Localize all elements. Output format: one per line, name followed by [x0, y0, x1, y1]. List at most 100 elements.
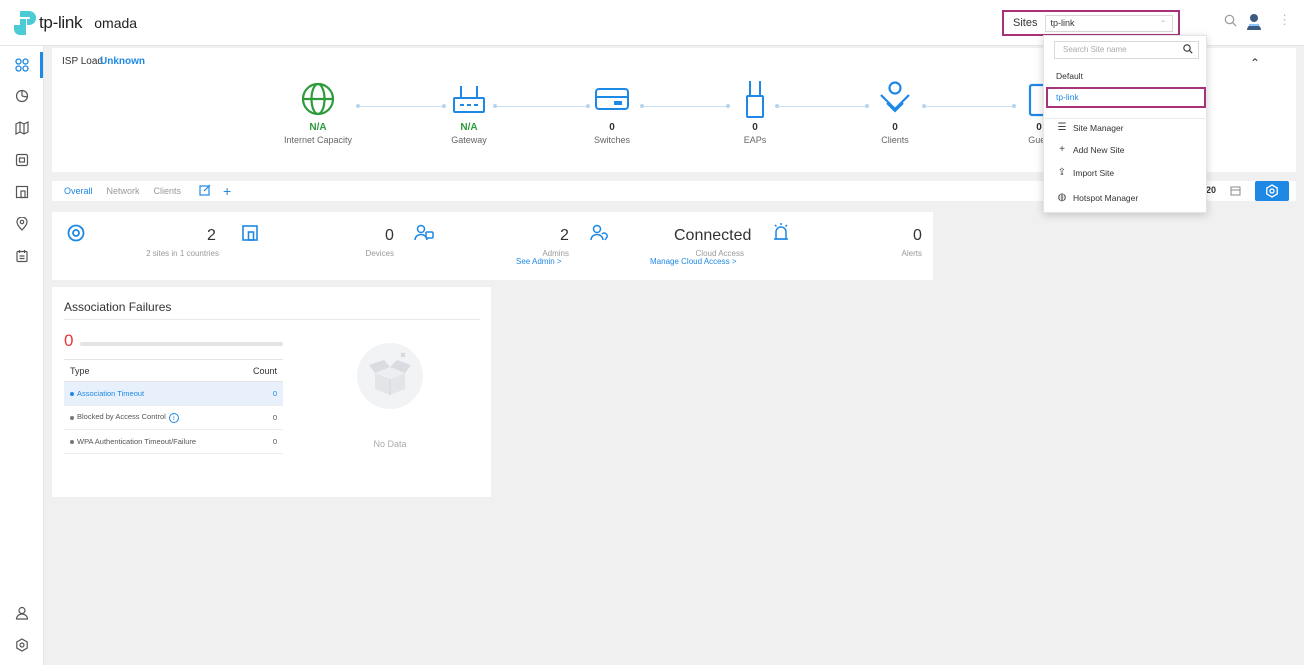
manage-cloud-access-link[interactable]: Manage Cloud Access > — [650, 257, 737, 266]
brand-name: tp-link — [39, 13, 83, 32]
client-icon — [845, 80, 945, 118]
edit-icon[interactable] — [199, 184, 211, 199]
site-icon — [242, 225, 258, 244]
switches-label: Switches — [593, 135, 630, 145]
tab-clients[interactable]: Clients — [154, 186, 182, 196]
dashboard-icon[interactable] — [12, 55, 32, 75]
calendar-icon[interactable] — [1230, 185, 1241, 199]
add-new-site-item[interactable]: + Add New Site — [1056, 144, 1124, 155]
time-range-value[interactable]: 20 — [1206, 185, 1216, 195]
settings-icon[interactable] — [12, 635, 32, 655]
log-icon[interactable] — [12, 246, 32, 266]
more-options-icon[interactable]: ⋮ — [1278, 12, 1291, 28]
failure-type: Association Timeout — [64, 381, 238, 406]
clients-label: Clients — [881, 135, 909, 145]
site-select[interactable]: tp-link ⌃ — [1045, 14, 1174, 32]
alerts-count: 0 — [913, 227, 922, 244]
location-icon — [67, 224, 85, 245]
user-avatar-icon[interactable] — [1246, 13, 1262, 31]
site-option-default[interactable]: Default — [1056, 71, 1083, 81]
failure-type-label: Association Timeout — [77, 389, 145, 398]
logo[interactable]: tp-link omada — [14, 10, 137, 36]
alerts-label: Alerts — [901, 249, 922, 258]
globe-icon — [268, 80, 368, 118]
topology-eaps[interactable]: 0 EAPs — [705, 80, 805, 145]
selected-site: tp-link — [1050, 17, 1075, 28]
failure-progress-bar — [80, 342, 283, 346]
count-column-header: Count — [237, 359, 283, 382]
sidebar — [0, 46, 44, 665]
site-manager-item[interactable]: ☰ Site Manager — [1056, 122, 1124, 133]
sites-subtext: 2 sites in 1 countries — [146, 249, 219, 258]
internet-capacity-value: N/A — [309, 122, 327, 133]
table-row[interactable]: Association Timeout 0 — [64, 381, 283, 406]
admin-icon — [589, 224, 609, 245]
devices-icon[interactable] — [12, 150, 32, 170]
statistics-icon[interactable] — [12, 86, 32, 106]
failure-count: 0 — [237, 381, 283, 406]
search-icon[interactable] — [1183, 44, 1193, 60]
search-icon[interactable] — [1224, 14, 1237, 30]
eaps-label: EAPs — [743, 135, 767, 145]
tab-network[interactable]: Network — [107, 186, 140, 196]
list-icon: ☰ — [1057, 122, 1067, 133]
sites-count: 2 — [207, 227, 216, 244]
failure-total: 0 — [64, 331, 74, 350]
alert-icon — [772, 222, 790, 245]
tp-link-logo-icon — [14, 10, 36, 36]
switch-icon — [562, 80, 662, 118]
topology-internet[interactable]: N/A Internet Capacity — [268, 80, 368, 145]
isp-load-status: Unknown — [100, 56, 145, 67]
bullet-icon — [70, 415, 74, 420]
failure-type-label: Blocked by Access Control — [77, 412, 166, 422]
import-site-item[interactable]: ⇪ Import Site — [1056, 167, 1114, 178]
site-search-input[interactable]: Search Site name — [1054, 41, 1199, 59]
product-name: omada — [94, 15, 138, 31]
chevron-up-icon: ⌃ — [1159, 18, 1167, 28]
site-dropdown-menu: Search Site name Default tp-link ☰ Site M… — [1043, 35, 1208, 213]
hotspot-icon: ◍ — [1057, 192, 1067, 203]
devices-label: Devices — [365, 249, 394, 258]
type-column-header: Type — [64, 359, 238, 382]
sites-label: Sites — [1013, 17, 1038, 29]
site-search-placeholder: Search Site name — [1063, 45, 1127, 54]
dashboard-settings-button[interactable] — [1255, 181, 1289, 201]
table-header: Type Count — [64, 359, 283, 382]
map-icon[interactable] — [12, 118, 32, 138]
cloud-status: Connected — [674, 227, 752, 244]
switches-value: 0 — [609, 122, 615, 133]
add-tab-icon[interactable]: + — [223, 184, 231, 198]
access-point-icon — [705, 80, 805, 118]
topology-clients[interactable]: 0 Clients — [845, 80, 945, 145]
import-site-label: Import Site — [1073, 167, 1115, 178]
location-icon[interactable] — [12, 214, 32, 234]
table-row[interactable]: WPA Authentication Timeout/Failure 0 — [64, 429, 283, 454]
failure-table: Type Count Association Timeout 0 Blocked… — [64, 359, 283, 454]
association-failures-card: Association Failures 0 Type Count Associ… — [52, 287, 491, 497]
devices-icon — [414, 224, 434, 245]
site-option-tp-link[interactable]: tp-link — [1046, 87, 1206, 108]
collapse-icon[interactable]: ⌃ — [1250, 56, 1260, 70]
tab-overall[interactable]: Overall — [64, 186, 93, 196]
clients-value: 0 — [892, 122, 898, 133]
see-admin-link[interactable]: See Admin > — [516, 257, 562, 266]
table-row[interactable]: Blocked by Access Control i 0 — [64, 405, 283, 430]
topology-gateway[interactable]: N/A Gateway — [419, 80, 519, 145]
info-icon[interactable]: i — [168, 412, 179, 423]
admins-count: 2 — [560, 227, 569, 244]
site-manager-label: Site Manager — [1073, 122, 1124, 133]
upload-icon: ⇪ — [1057, 167, 1067, 178]
failure-count: 0 — [237, 405, 283, 430]
bullet-icon — [70, 392, 74, 397]
topology-switches[interactable]: 0 Switches — [562, 80, 662, 145]
router-icon — [419, 80, 519, 118]
hotspot-manager-item[interactable]: ◍ Hotspot Manager — [1056, 192, 1139, 203]
eaps-value: 0 — [752, 122, 758, 133]
devices-count: 0 — [385, 227, 394, 244]
gateway-value: N/A — [460, 122, 478, 133]
isp-load-label: ISP Load — [62, 56, 103, 67]
bullet-icon — [70, 440, 74, 445]
site-icon[interactable] — [12, 182, 32, 202]
no-data-text: No Data — [373, 439, 407, 449]
account-icon[interactable] — [12, 603, 32, 623]
